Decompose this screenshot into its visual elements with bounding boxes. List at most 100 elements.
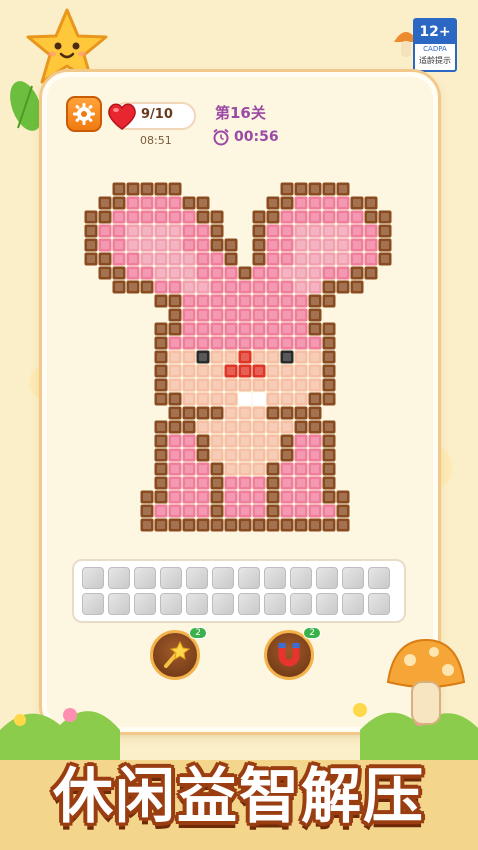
board-tile[interactable]	[126, 266, 140, 280]
board-tile[interactable]	[252, 448, 266, 462]
board-tile[interactable]	[322, 294, 336, 308]
board-tile[interactable]	[126, 210, 140, 224]
board-tile[interactable]	[336, 196, 350, 210]
board-tile[interactable]	[252, 294, 266, 308]
board-tile[interactable]	[308, 476, 322, 490]
board-tile[interactable]	[322, 238, 336, 252]
board-tile[interactable]	[280, 420, 294, 434]
magic-wand-button[interactable]: 2	[150, 627, 207, 680]
board-tile[interactable]	[252, 406, 266, 420]
board-tile[interactable]	[252, 210, 266, 224]
board-tile[interactable]	[252, 364, 266, 378]
board-tile[interactable]	[210, 280, 224, 294]
board-tile[interactable]	[322, 420, 336, 434]
board-tile[interactable]	[224, 350, 238, 364]
board-tile[interactable]	[154, 518, 168, 532]
board-tile[interactable]	[280, 252, 294, 266]
board-tile[interactable]	[308, 238, 322, 252]
board-tile[interactable]	[182, 392, 196, 406]
board-tile[interactable]	[350, 210, 364, 224]
board-tile[interactable]	[322, 196, 336, 210]
board-tile[interactable]	[336, 252, 350, 266]
board-tile[interactable]	[140, 238, 154, 252]
board-tile[interactable]	[84, 210, 98, 224]
board-tile[interactable]	[252, 266, 266, 280]
board-tile[interactable]	[266, 350, 280, 364]
board-tile[interactable]	[322, 434, 336, 448]
board-tile[interactable]	[294, 350, 308, 364]
board-tile[interactable]	[154, 196, 168, 210]
board-tile[interactable]	[168, 266, 182, 280]
board-tile[interactable]	[266, 210, 280, 224]
board-tile[interactable]	[294, 252, 308, 266]
board-tile[interactable]	[308, 224, 322, 238]
board-tile[interactable]	[294, 476, 308, 490]
board-tile[interactable]	[322, 448, 336, 462]
board-tile[interactable]	[294, 238, 308, 252]
board-tile[interactable]	[308, 350, 322, 364]
board-tile[interactable]	[280, 210, 294, 224]
board-tile[interactable]	[196, 462, 210, 476]
board-tile[interactable]	[308, 336, 322, 350]
board-tile[interactable]	[210, 462, 224, 476]
board-tile[interactable]	[252, 238, 266, 252]
board-tile[interactable]	[280, 350, 294, 364]
board-tile[interactable]	[336, 182, 350, 196]
board-tile[interactable]	[112, 196, 126, 210]
board-tile[interactable]	[196, 294, 210, 308]
board-tile[interactable]	[266, 420, 280, 434]
board-tile[interactable]	[280, 266, 294, 280]
board-tile[interactable]	[322, 392, 336, 406]
board-tile[interactable]	[182, 350, 196, 364]
board-tile[interactable]	[252, 280, 266, 294]
board-tile[interactable]	[322, 280, 336, 294]
board-tile[interactable]	[280, 392, 294, 406]
board-tile[interactable]	[224, 364, 238, 378]
board-tile[interactable]	[266, 336, 280, 350]
board-tile[interactable]	[322, 490, 336, 504]
board-tile[interactable]	[238, 364, 252, 378]
board-tile[interactable]	[168, 434, 182, 448]
board-tile[interactable]	[308, 280, 322, 294]
board-tile[interactable]	[294, 434, 308, 448]
board-tile[interactable]	[266, 518, 280, 532]
board-tile[interactable]	[294, 196, 308, 210]
board-tile[interactable]	[168, 196, 182, 210]
board-tile[interactable]	[238, 462, 252, 476]
board-tile[interactable]	[322, 252, 336, 266]
board-tile[interactable]	[154, 238, 168, 252]
board-tile[interactable]	[196, 322, 210, 336]
board-tile[interactable]	[322, 210, 336, 224]
board-tile[interactable]	[266, 490, 280, 504]
board-tile[interactable]	[266, 392, 280, 406]
board-tile[interactable]	[252, 434, 266, 448]
board-tile[interactable]	[266, 196, 280, 210]
board-tile[interactable]	[308, 266, 322, 280]
board-tile[interactable]	[336, 224, 350, 238]
board-tile[interactable]	[308, 518, 322, 532]
board-tile[interactable]	[350, 266, 364, 280]
board-tile[interactable]	[266, 224, 280, 238]
board-tile[interactable]	[280, 364, 294, 378]
board-tile[interactable]	[280, 224, 294, 238]
board-tile[interactable]	[210, 252, 224, 266]
board-tile[interactable]	[224, 280, 238, 294]
board-tile[interactable]	[266, 308, 280, 322]
board-tile[interactable]	[112, 280, 126, 294]
board-tile[interactable]	[196, 364, 210, 378]
board-tile[interactable]	[196, 406, 210, 420]
board-tile[interactable]	[266, 434, 280, 448]
board-tile[interactable]	[154, 490, 168, 504]
board-tile[interactable]	[168, 322, 182, 336]
board-tile[interactable]	[168, 294, 182, 308]
board-tile[interactable]	[238, 378, 252, 392]
board-tile[interactable]	[266, 294, 280, 308]
board-tile[interactable]	[224, 406, 238, 420]
board-tile[interactable]	[350, 280, 364, 294]
board-tile[interactable]	[308, 364, 322, 378]
board-tile[interactable]	[224, 476, 238, 490]
board-tile[interactable]	[308, 434, 322, 448]
board-tile[interactable]	[308, 462, 322, 476]
board-tile[interactable]	[238, 448, 252, 462]
board-tile[interactable]	[224, 238, 238, 252]
